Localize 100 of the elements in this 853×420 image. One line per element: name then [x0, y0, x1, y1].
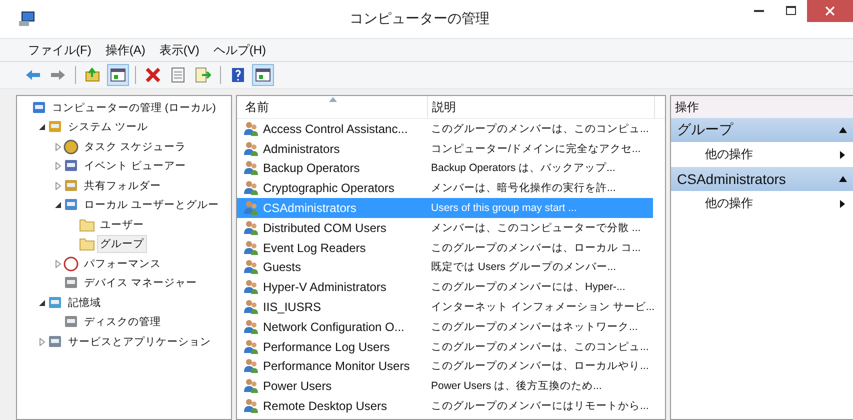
list-row[interactable]: IIS_IUSRS インターネット インフォメーション サービ...	[237, 297, 653, 317]
group-icon	[243, 279, 259, 296]
tree-item[interactable]: 共有フォルダー	[81, 176, 164, 195]
pane-icon	[110, 67, 126, 83]
list-row[interactable]: Access Control Assistanc... このグループのメンバーは、このコンピュ...	[237, 119, 653, 139]
group-description: このグループのメンバーは、ローカル コ...	[430, 240, 642, 256]
group-name: Cryptographic Operators	[262, 180, 396, 196]
list-row[interactable]: Event Log Readers このグループのメンバーは、ローカル コ...	[237, 238, 653, 258]
maximize-icon	[786, 6, 796, 16]
expand-arrow-icon[interactable]	[38, 123, 46, 132]
action-item[interactable]: 他の操作	[671, 191, 853, 216]
tree-node-icon	[63, 178, 79, 194]
tree-node-icon	[47, 294, 63, 311]
back-arrow-icon	[25, 67, 41, 83]
group-description: コンピューター/ドメインに完全なアクセ...	[430, 142, 642, 157]
group-name: Hyper-V Administrators	[262, 279, 388, 296]
group-icon	[243, 160, 259, 176]
group-description: メンバーは、暗号化操作の実行を許...	[430, 181, 617, 196]
group-name: CSAdministrators	[262, 200, 358, 216]
group-description: このグループのメンバーは、ローカルやり...	[430, 359, 650, 374]
group-name: Backup Operators	[262, 160, 361, 176]
group-description: Users of this group may start ...	[430, 201, 578, 216]
group-icon	[243, 318, 259, 335]
group-icon	[243, 120, 259, 137]
tree-item[interactable]: 記憶域	[65, 294, 104, 312]
list-row[interactable]: Distributed COM Users メンバーは、このコンピューターで分散 ...	[237, 218, 653, 238]
list-row[interactable]: Hyper-V Administrators このグループのメンバーには、Hyper-...	[237, 277, 653, 298]
group-name: IIS_IUSRS	[262, 299, 322, 316]
tree-item[interactable]: ローカル ユーザーとグルー	[81, 196, 222, 214]
list-row[interactable]: Performance Log Users このグループのメンバーは、このコンピュ...	[237, 336, 653, 357]
tree-node-icon	[47, 334, 63, 350]
group-name: Remote Desktop Users	[262, 398, 388, 414]
tree-item[interactable]: システム ツール	[65, 118, 151, 136]
tree-node-icon	[63, 256, 79, 272]
folder-up-icon	[85, 67, 101, 83]
group-description: Power Users は、後方互換のため...	[430, 379, 603, 394]
list-row[interactable]: Guests 既定では Users グループのメンバー...	[237, 258, 653, 278]
collapse-arrow-icon[interactable]	[839, 176, 847, 182]
tree-toggle-button[interactable]	[107, 64, 129, 86]
close-button[interactable]	[807, 0, 853, 22]
column-header[interactable]: 名前	[237, 96, 428, 118]
list-row[interactable]: Administrators コンピューター/ドメインに完全なアクセ...	[237, 138, 653, 159]
group-icon	[243, 358, 259, 374]
forward-arrow-icon	[50, 67, 66, 83]
menu-item[interactable]: ファイル(F)	[28, 42, 92, 58]
tree-item[interactable]: タスク スケジューラ	[81, 138, 189, 156]
group-description: メンバーは、このコンピューターで分散 ...	[430, 220, 642, 236]
tree-item[interactable]: コンピューターの管理 (ローカル)	[49, 98, 219, 117]
collapse-arrow-icon[interactable]	[839, 127, 847, 133]
group-icon	[243, 180, 259, 196]
close-icon	[825, 6, 835, 16]
menu-item[interactable]: 操作(A)	[105, 42, 146, 58]
submenu-arrow-icon	[840, 200, 845, 208]
group-name: Performance Monitor Users	[262, 358, 411, 374]
minimize-icon	[754, 10, 764, 12]
group-icon	[243, 220, 259, 236]
group-name: Event Log Readers	[262, 240, 367, 256]
group-icon	[243, 398, 259, 414]
action-item[interactable]: 他の操作	[671, 142, 853, 167]
tree-item[interactable]: ユーザー	[97, 216, 147, 234]
menu-item[interactable]: 表示(V)	[159, 42, 200, 58]
document-icon	[170, 67, 186, 83]
tree-item[interactable]: サービスとアプリケーション	[65, 332, 214, 351]
tree-item[interactable]: イベント ビューアー	[81, 157, 189, 176]
expand-arrow-icon[interactable]	[38, 298, 46, 307]
list-row[interactable]: Power Users Power Users は、後方互換のため...	[237, 376, 653, 396]
folder-icon	[79, 236, 95, 252]
tree-item[interactable]: グループ	[97, 235, 147, 254]
folder-icon	[79, 216, 95, 233]
group-name: Power Users	[262, 378, 333, 394]
action-section-header[interactable]: CSAdministrators	[671, 167, 853, 191]
group-icon	[243, 338, 259, 355]
action-section-header[interactable]: グループ	[671, 118, 853, 142]
window-title: コンピューターの管理	[348, 10, 490, 28]
action-pane-button[interactable]	[252, 64, 274, 86]
group-description: Backup Operators は、バックアップ...	[430, 161, 616, 176]
column-header[interactable]: 説明	[428, 96, 655, 118]
group-name: Distributed COM Users	[262, 220, 388, 236]
pane-icon	[255, 67, 271, 83]
group-icon	[243, 299, 259, 316]
menu-item[interactable]: ヘルプ(H)	[213, 42, 266, 58]
submenu-arrow-icon	[840, 150, 845, 158]
group-description: このグループのメンバーはネットワーク...	[430, 320, 639, 335]
list-row[interactable]: Performance Monitor Users このグループのメンバーは、ローカルやり...	[237, 356, 653, 376]
group-description: このグループのメンバーは、このコンピュ...	[430, 122, 650, 137]
help-icon	[230, 67, 246, 83]
group-description: 既定では Users グループのメンバー...	[430, 260, 618, 276]
tree-item[interactable]: デバイス マネージャー	[81, 274, 200, 292]
list-row[interactable]: Backup Operators Backup Operators は、バックアップ...	[237, 158, 653, 178]
group-name: Network Configuration O...	[262, 318, 406, 335]
list-row[interactable]: Network Configuration O... このグループのメンバーはネットワーク...	[237, 316, 653, 337]
expand-arrow-icon[interactable]	[54, 201, 62, 210]
list-row[interactable]: Cryptographic Operators メンバーは、暗号化操作の実行を許...	[237, 178, 653, 198]
list-row[interactable]: Remote Desktop Users このグループのメンバーにはリモートから...	[237, 396, 653, 416]
tree-node-icon	[31, 100, 47, 116]
group-name: Access Control Assistanc...	[262, 120, 409, 137]
group-icon	[243, 378, 259, 394]
tree-item[interactable]: パフォーマンス	[81, 254, 164, 273]
tree-item[interactable]: ディスクの管理	[81, 313, 164, 332]
group-icon	[243, 259, 259, 276]
